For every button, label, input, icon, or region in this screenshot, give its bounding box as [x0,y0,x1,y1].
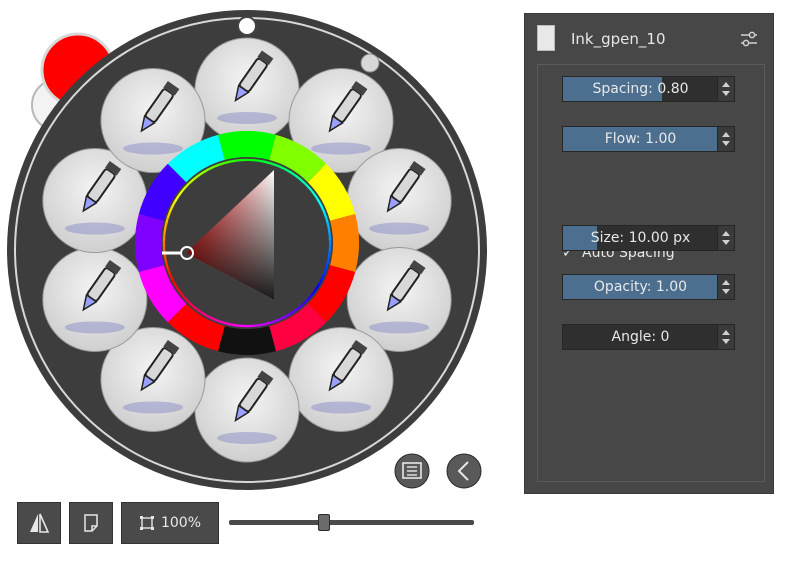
sliders-icon[interactable] [739,30,759,48]
preset-marker-bottom-right[interactable] [288,326,394,432]
resize-handle[interactable] [360,53,380,73]
angle-slider[interactable]: Angle: 0 [562,324,735,350]
zoom-slider-handle[interactable] [318,514,330,531]
opacity-stepper[interactable] [717,275,734,299]
spacing-slider[interactable]: Spacing: 0.80 [562,76,735,102]
stroke-preview [122,401,183,414]
canvas-only-button[interactable] [69,502,113,544]
flow-label: Flow: 1.00 [604,131,677,147]
opacity-label: Opacity: 1.00 [593,279,688,295]
preset-pen-top[interactable] [194,37,300,143]
zoom-reset-button[interactable]: 100% [121,502,219,544]
rotate-handle[interactable] [237,16,257,36]
stroke-preview [64,222,125,235]
popup-palette [7,10,487,490]
stroke-preview [311,401,372,414]
brush-settings-frame: Spacing: 0.80 Flow: 1.00 ✓ Auto Spacing … [537,64,765,482]
brush-editor-panel: Ink_gpen_10 Spacing: 0.80 Flow: 1.00 ✓ A… [524,13,774,494]
zoom-slider[interactable] [229,520,474,525]
hue-segment[interactable] [330,214,359,272]
angle-stepper[interactable] [717,325,734,349]
stroke-preview [122,142,183,155]
page-icon [84,514,98,532]
preset-pencil-right[interactable] [346,148,452,254]
flow-stepper[interactable] [717,127,734,151]
tag-selector-button[interactable] [394,453,430,489]
preset-blender-left[interactable] [42,246,148,352]
mirror-icon [30,513,50,533]
opacity-slider[interactable]: Opacity: 1.00 [562,274,735,300]
angle-label: Angle: 0 [611,329,670,345]
spacing-label: Spacing: 0.80 [592,81,689,97]
stroke-preview [217,112,277,124]
hue-segment[interactable] [218,326,276,355]
hue-segment[interactable] [218,131,276,160]
zoom-level-label: 100% [160,515,202,531]
stroke-preview [64,321,125,334]
size-slider[interactable]: Size: 10.00 px [562,225,735,251]
stroke-preview [311,142,372,155]
stroke-preview [369,321,430,334]
fit-icon [139,516,154,530]
collapse-button[interactable] [446,453,482,489]
spacing-stepper[interactable] [717,77,734,101]
stroke-preview [217,432,277,444]
flow-slider[interactable]: Flow: 1.00 [562,126,735,152]
stroke-preview [369,222,430,235]
brush-preset-name: Ink_gpen_10 [571,30,666,48]
hue-segment[interactable] [135,214,164,272]
size-label: Size: 10.00 px [590,230,691,246]
size-stepper[interactable] [717,226,734,250]
mirror-button[interactable] [17,502,61,544]
preset-marker-bottom[interactable] [194,357,300,463]
brush-preset-thumbnail [537,25,555,51]
